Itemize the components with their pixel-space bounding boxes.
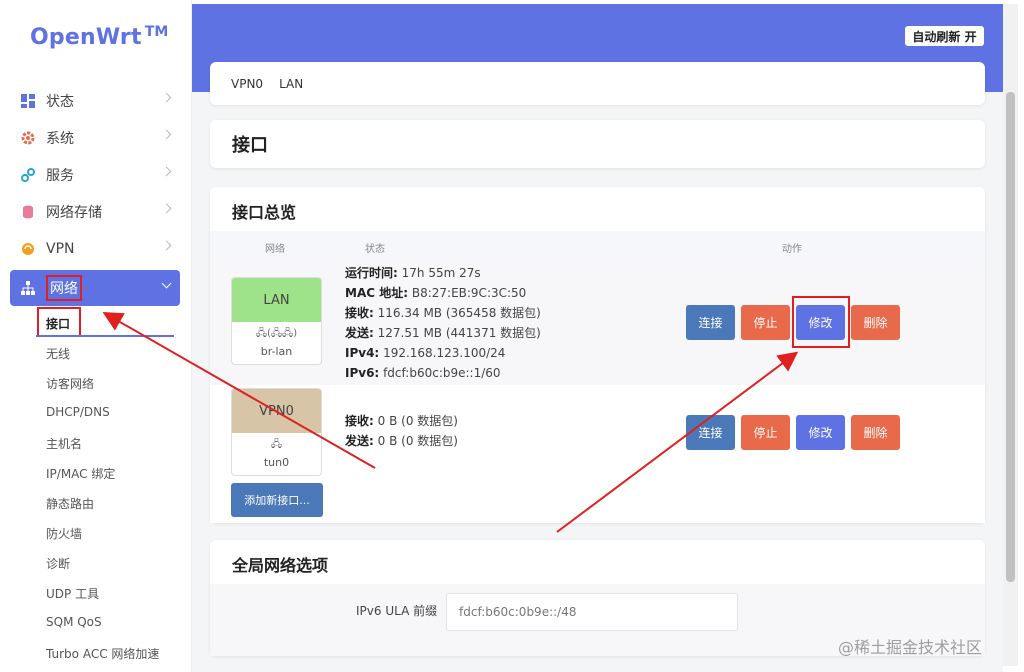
submenu-guest-network[interactable]: 访客网络	[46, 375, 94, 392]
table-row	[210, 385, 985, 523]
chevron-right-icon	[161, 240, 172, 251]
interface-badge-lan[interactable]: LAN 🖧(🖧🖧) br-lan	[231, 277, 322, 365]
column-header-actions: 动作	[782, 244, 802, 255]
sidebar-item-network-label: 网络	[46, 275, 82, 301]
interfaces-overview-card: 接口总览 网络 状态 动作 LAN 🖧(🖧🖧) br-lan 运行时间: 17h…	[210, 187, 985, 523]
ula-prefix-input[interactable]	[446, 593, 738, 631]
sidebar-item-status[interactable]: 状态	[10, 83, 180, 119]
sidebar-item-vpn[interactable]: VPN	[10, 231, 180, 267]
tab-vpn0[interactable]: VPN0	[231, 77, 263, 91]
interface-tabs: VPN0 LAN	[210, 62, 985, 105]
table-header: 网络 状态 动作	[210, 231, 985, 261]
chevron-down-icon	[161, 278, 172, 289]
connect-button-lan[interactable]: 连接	[686, 305, 735, 340]
tunnel-icon: 🖧	[270, 439, 283, 450]
dashboard-icon	[20, 93, 36, 109]
vpn-icon	[20, 241, 36, 257]
interface-name: LAN	[232, 278, 321, 322]
submenu-wireless[interactable]: 无线	[46, 345, 70, 362]
database-icon	[20, 204, 36, 220]
ethernet-port-icons: 🖧(🖧🖧)	[255, 328, 298, 339]
stop-button-lan[interactable]: 停止	[741, 305, 790, 340]
interface-device: br-lan	[260, 345, 293, 358]
interface-device: tun0	[263, 456, 290, 469]
interface-name: VPN0	[232, 389, 321, 433]
ula-prefix-label: IPv6 ULA 前缀	[356, 604, 438, 618]
edit-button-vpn0[interactable]: 修改	[796, 415, 845, 450]
auto-refresh-toggle[interactable]: 自动刷新 开	[905, 26, 984, 46]
network-icon	[20, 280, 36, 296]
openwrt-logo[interactable]: OpenWrt TM	[30, 24, 169, 50]
column-header-status: 状态	[365, 244, 385, 255]
submenu-turbo-acc[interactable]: Turbo ACC 网络加速	[46, 645, 159, 662]
submenu-ip-mac-bind[interactable]: IP/MAC 绑定	[46, 465, 115, 482]
column-header-network: 网络	[265, 244, 285, 255]
sidebar: OpenWrt TM 状态 系统 服务 网络存储 VPN 网络 接口 无线 访客…	[0, 0, 192, 672]
submenu-firewall[interactable]: 防火墙	[46, 525, 82, 542]
submenu-sqm-qos[interactable]: SQM QoS	[46, 615, 102, 629]
submenu-diagnostics[interactable]: 诊断	[46, 555, 70, 572]
tab-lan[interactable]: LAN	[279, 77, 303, 91]
sidebar-item-system[interactable]: 系统	[10, 120, 180, 156]
sidebar-item-network[interactable]: 网络	[10, 270, 180, 306]
submenu-active-underline	[36, 335, 174, 337]
highlight-box	[792, 296, 850, 348]
sidebar-item-services[interactable]: 服务	[10, 157, 180, 193]
watermark: @稀土掘金技术社区	[838, 638, 983, 657]
sidebar-item-storage[interactable]: 网络存储	[10, 194, 180, 230]
interface-status-lan: 运行时间: 17h 55m 27s MAC 地址: B8:27:EB:9C:3C…	[345, 266, 541, 380]
chevron-right-icon	[161, 92, 172, 103]
submenu-udp-tools[interactable]: UDP 工具	[46, 585, 99, 602]
submenu-hostnames[interactable]: 主机名	[46, 435, 82, 452]
delete-button-lan[interactable]: 删除	[851, 305, 900, 340]
connect-button-vpn0[interactable]: 连接	[686, 415, 735, 450]
services-icon	[20, 167, 36, 183]
gear-icon	[20, 130, 36, 146]
global-options-title: 全局网络选项	[232, 556, 329, 575]
add-interface-button[interactable]: 添加新接口...	[231, 483, 323, 517]
stop-button-vpn0[interactable]: 停止	[741, 415, 790, 450]
submenu-dhcp-dns[interactable]: DHCP/DNS	[46, 405, 110, 419]
chevron-right-icon	[161, 166, 172, 177]
chevron-right-icon	[161, 203, 172, 214]
delete-button-vpn0[interactable]: 删除	[851, 415, 900, 450]
submenu-static-routes[interactable]: 静态路由	[46, 495, 94, 512]
chevron-right-icon	[161, 129, 172, 140]
interface-status-vpn0: 接收: 0 B (0 数据包) 发送: 0 B (0 数据包)	[345, 414, 458, 448]
scrollbar-thumb[interactable]	[1006, 92, 1015, 582]
overview-title: 接口总览	[232, 203, 297, 222]
interface-badge-vpn0[interactable]: VPN0 🖧 tun0	[231, 388, 322, 476]
page-title: 接口	[210, 120, 985, 168]
highlight-box	[37, 307, 81, 337]
